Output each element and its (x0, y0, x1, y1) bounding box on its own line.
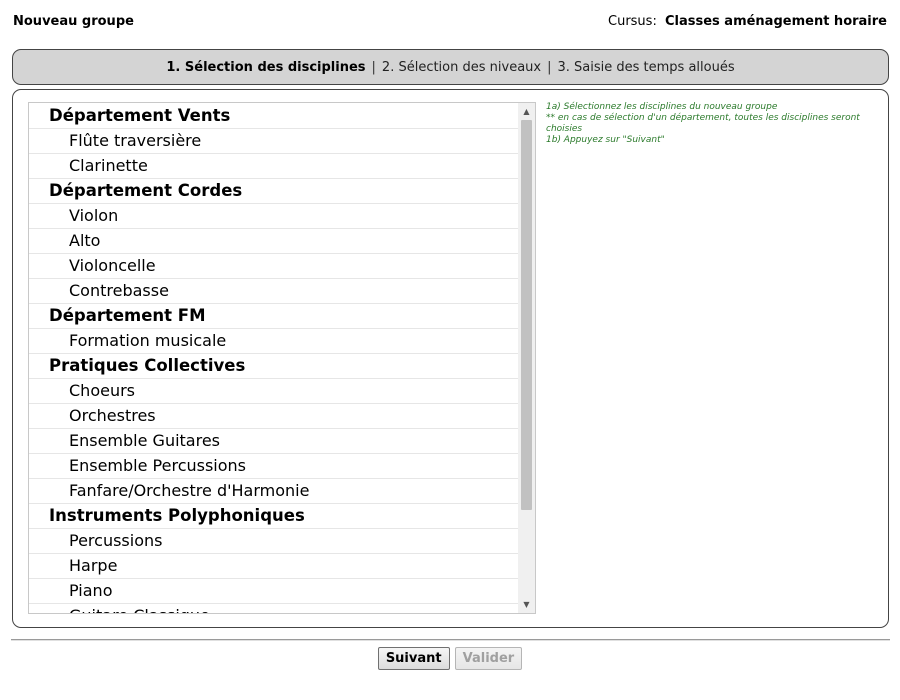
help-line-2: ** en cas de sélection d'un département,… (546, 113, 860, 134)
list-item[interactable]: Fanfare/Orchestre d'Harmonie (29, 479, 519, 504)
list-item[interactable]: Flûte traversière (29, 129, 519, 154)
scroll-up-icon[interactable]: ▲ (518, 103, 535, 120)
cursus-info: Cursus: Classes aménagement horaire (608, 14, 887, 29)
footer-divider (11, 639, 890, 641)
help-line-1: 1a) Sélectionnez les disciplines du nouv… (546, 102, 778, 112)
list-item[interactable]: Guitare Classique (29, 604, 519, 613)
list-item[interactable]: Alto (29, 229, 519, 254)
validate-button[interactable]: Valider (454, 647, 523, 670)
disciplines-listbox[interactable]: Département Vents Flûte traversière Clarin… (28, 102, 536, 614)
list-item[interactable]: Piano (29, 579, 519, 604)
footer-buttons: Suivant Valider (0, 647, 900, 670)
list-item[interactable]: Formation musicale (29, 329, 519, 354)
list-item[interactable]: Orchestres (29, 404, 519, 429)
scrollbar-thumb[interactable] (521, 120, 532, 510)
list-group-header[interactable]: Département FM (29, 304, 519, 329)
scroll-down-icon[interactable]: ▼ (518, 596, 535, 613)
list-item[interactable]: Ensemble Percussions (29, 454, 519, 479)
disciplines-list: Département Vents Flûte traversière Clarin… (29, 104, 519, 613)
list-item[interactable]: Harpe (29, 554, 519, 579)
main-panel: Département Vents Flûte traversière Clarin… (12, 89, 889, 628)
step-1-disciplines: 1. Sélection des disciplines (166, 59, 366, 75)
list-item[interactable]: Violoncelle (29, 254, 519, 279)
page-title: Nouveau groupe (13, 14, 134, 29)
next-button[interactable]: Suivant (377, 647, 450, 670)
list-group-header[interactable]: Instruments Polyphoniques (29, 504, 519, 529)
listbox-scrollbar[interactable]: ▲ ▼ (518, 103, 535, 613)
help-instructions: 1a) Sélectionnez les disciplines du nouv… (546, 102, 881, 146)
list-item[interactable]: Contrebasse (29, 279, 519, 304)
list-item[interactable]: Clarinette (29, 154, 519, 179)
cursus-value: Classes aménagement horaire (664, 14, 887, 29)
list-item[interactable]: Violon (29, 204, 519, 229)
list-item[interactable]: Choeurs (29, 379, 519, 404)
wizard-steps: 1. Sélection des disciplines | 2. Sélect… (12, 49, 889, 85)
list-group-header[interactable]: Département Vents (29, 104, 519, 129)
list-group-header[interactable]: Département Cordes (29, 179, 519, 204)
list-group-header[interactable]: Pratiques Collectives (29, 354, 519, 379)
step-separator: | (371, 59, 376, 75)
help-line-3: 1b) Appuyez sur "Suivant" (546, 135, 665, 145)
list-item[interactable]: Ensemble Guitares (29, 429, 519, 454)
step-separator: | (547, 59, 552, 75)
step-2-niveaux: 2. Sélection des niveaux (381, 59, 542, 75)
list-item[interactable]: Percussions (29, 529, 519, 554)
cursus-label: Cursus: (608, 14, 657, 29)
step-3-temps: 3. Saisie des temps alloués (557, 59, 735, 75)
